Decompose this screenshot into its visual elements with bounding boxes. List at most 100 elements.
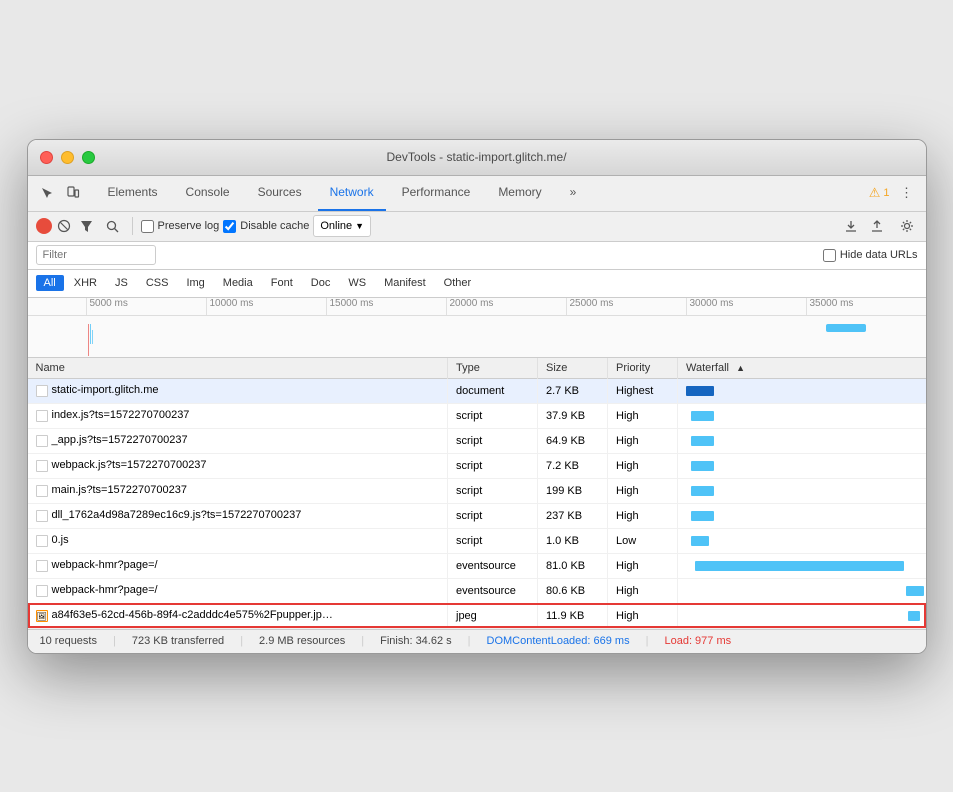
tab-network[interactable]: Network bbox=[318, 175, 386, 211]
search-icon[interactable] bbox=[102, 215, 124, 237]
file-icon bbox=[36, 435, 48, 447]
table-row[interactable]: index.js?ts=1572270700237script37.9 KBHi… bbox=[28, 403, 926, 428]
toolbar-right bbox=[840, 215, 918, 237]
cell-name: 0.js bbox=[28, 528, 448, 553]
tab-sources[interactable]: Sources bbox=[246, 175, 314, 211]
type-btn-css[interactable]: CSS bbox=[138, 275, 177, 291]
table-row[interactable]: 0.jsscript1.0 KBLow bbox=[28, 528, 926, 553]
cell-size: 37.9 KB bbox=[538, 403, 608, 428]
file-icon bbox=[36, 510, 48, 522]
cell-size: 11.9 KB bbox=[538, 603, 608, 628]
type-filter-bar: All XHR JS CSS Img Media Font Doc WS Man… bbox=[28, 270, 926, 298]
tab-memory[interactable]: Memory bbox=[486, 175, 553, 211]
file-icon bbox=[36, 560, 48, 572]
type-btn-ws[interactable]: WS bbox=[340, 275, 374, 291]
cell-waterfall bbox=[678, 553, 926, 578]
warning-count: 1 bbox=[883, 187, 889, 199]
filter-icon[interactable] bbox=[76, 215, 98, 237]
type-btn-img[interactable]: Img bbox=[178, 275, 212, 291]
traffic-lights bbox=[40, 151, 95, 164]
type-btn-doc[interactable]: Doc bbox=[303, 275, 339, 291]
devtools-body: Elements Console Sources Network Perform… bbox=[28, 176, 926, 653]
chevron-down-icon: ▼ bbox=[355, 221, 364, 231]
tab-elements[interactable]: Elements bbox=[96, 175, 170, 211]
header-name[interactable]: Name bbox=[28, 358, 448, 379]
maximize-button[interactable] bbox=[82, 151, 95, 164]
network-table: Name Type Size Priority Waterfall bbox=[28, 358, 926, 629]
import-icon[interactable] bbox=[840, 215, 862, 237]
table-row[interactable]: dll_1762a4d98a7289ec16c9.js?ts=157227070… bbox=[28, 503, 926, 528]
cell-priority: High bbox=[608, 553, 678, 578]
cell-name: static-import.glitch.me bbox=[28, 378, 448, 403]
cell-name: webpack-hmr?page=/ bbox=[28, 553, 448, 578]
cell-name: webpack.js?ts=1572270700237 bbox=[28, 453, 448, 478]
export-icon[interactable] bbox=[866, 215, 888, 237]
devtools-icons bbox=[36, 182, 84, 204]
disable-cache-label[interactable]: Disable cache bbox=[223, 220, 309, 233]
hide-data-urls-checkbox[interactable] bbox=[823, 249, 836, 262]
header-priority[interactable]: Priority bbox=[608, 358, 678, 379]
stop-button[interactable] bbox=[56, 218, 72, 234]
table-row[interactable]: 🖼a84f63e5-62cd-456b-89f4-c2adddc4e575%2F… bbox=[28, 603, 926, 628]
cell-waterfall bbox=[678, 503, 926, 528]
cell-type: document bbox=[448, 378, 538, 403]
cell-name: webpack-hmr?page=/ bbox=[28, 578, 448, 603]
disable-cache-checkbox[interactable] bbox=[223, 220, 236, 233]
header-waterfall[interactable]: Waterfall ▲ bbox=[678, 358, 926, 379]
filter-input[interactable] bbox=[36, 245, 156, 265]
table-row[interactable]: webpack-hmr?page=/eventsource80.6 KBHigh bbox=[28, 578, 926, 603]
ruler-mark-4: 20000 ms bbox=[446, 298, 566, 315]
type-btn-manifest[interactable]: Manifest bbox=[376, 275, 434, 291]
cell-size: 64.9 KB bbox=[538, 428, 608, 453]
cell-waterfall bbox=[678, 428, 926, 453]
table-row[interactable]: webpack-hmr?page=/eventsource81.0 KBHigh bbox=[28, 553, 926, 578]
ruler-mark-5: 25000 ms bbox=[566, 298, 686, 315]
type-btn-font[interactable]: Font bbox=[263, 275, 301, 291]
warning-badge[interactable]: ⚠ 1 bbox=[869, 185, 890, 201]
cell-waterfall bbox=[678, 603, 926, 628]
cell-type: eventsource bbox=[448, 553, 538, 578]
type-btn-xhr[interactable]: XHR bbox=[66, 275, 105, 291]
network-table-container[interactable]: Name Type Size Priority Waterfall bbox=[28, 358, 926, 629]
cell-waterfall bbox=[678, 578, 926, 603]
table-row[interactable]: main.js?ts=1572270700237script199 KBHigh bbox=[28, 478, 926, 503]
resources-size: 2.9 MB resources bbox=[259, 635, 345, 647]
header-size[interactable]: Size bbox=[538, 358, 608, 379]
settings-icon[interactable] bbox=[896, 215, 918, 237]
minimize-button[interactable] bbox=[61, 151, 74, 164]
more-options-icon[interactable]: ⋮ bbox=[896, 182, 918, 204]
cell-size: 2.7 KB bbox=[538, 378, 608, 403]
preserve-log-checkbox[interactable] bbox=[141, 220, 154, 233]
tab-console[interactable]: Console bbox=[174, 175, 242, 211]
timeline-ruler: 5000 ms 10000 ms 15000 ms 20000 ms 25000… bbox=[28, 298, 926, 316]
close-button[interactable] bbox=[40, 151, 53, 164]
hide-data-urls-label[interactable]: Hide data URLs bbox=[823, 249, 918, 262]
cell-priority: Low bbox=[608, 528, 678, 553]
preserve-log-label[interactable]: Preserve log bbox=[141, 220, 220, 233]
header-type[interactable]: Type bbox=[448, 358, 538, 379]
type-btn-all[interactable]: All bbox=[36, 275, 64, 291]
warning-icon: ⚠ bbox=[869, 185, 881, 201]
tab-more[interactable]: » bbox=[558, 175, 589, 211]
ruler-mark-2: 10000 ms bbox=[206, 298, 326, 315]
cell-waterfall bbox=[678, 478, 926, 503]
file-icon bbox=[36, 535, 48, 547]
cell-waterfall bbox=[678, 528, 926, 553]
tab-performance[interactable]: Performance bbox=[390, 175, 483, 211]
type-btn-media[interactable]: Media bbox=[215, 275, 261, 291]
table-row[interactable]: _app.js?ts=1572270700237script64.9 KBHig… bbox=[28, 428, 926, 453]
table-row[interactable]: static-import.glitch.medocument2.7 KBHig… bbox=[28, 378, 926, 403]
throttling-select[interactable]: Online ▼ bbox=[313, 215, 371, 237]
record-button[interactable] bbox=[36, 218, 52, 234]
ruler-mark-7: 35000 ms bbox=[806, 298, 926, 315]
title-bar: DevTools - static-import.glitch.me/ bbox=[28, 140, 926, 176]
top-tab-bar: Elements Console Sources Network Perform… bbox=[28, 176, 926, 212]
device-icon[interactable] bbox=[62, 182, 84, 204]
cursor-icon[interactable] bbox=[36, 182, 58, 204]
file-icon bbox=[36, 385, 48, 397]
cell-priority: High bbox=[608, 403, 678, 428]
table-row[interactable]: webpack.js?ts=1572270700237script7.2 KBH… bbox=[28, 453, 926, 478]
type-btn-js[interactable]: JS bbox=[107, 275, 136, 291]
type-btn-other[interactable]: Other bbox=[436, 275, 480, 291]
table-header-row: Name Type Size Priority Waterfall bbox=[28, 358, 926, 379]
